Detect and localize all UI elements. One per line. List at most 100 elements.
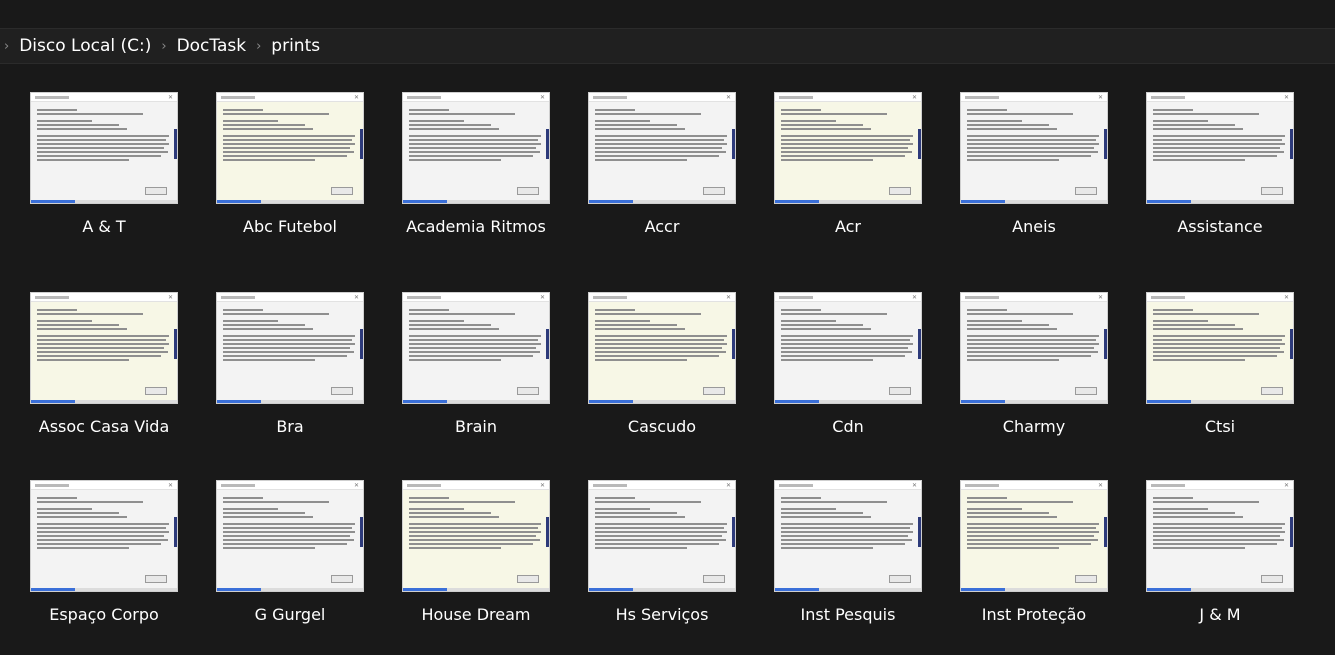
file-item[interactable]: ✕ Inst Proteção [956, 480, 1112, 640]
thumbnail-text-lines [595, 309, 727, 363]
file-item[interactable]: ✕ Inst Pesquis [770, 480, 926, 640]
thumbnail-titlebar [217, 481, 363, 490]
thumbnail-ok-button [517, 575, 539, 583]
image-thumbnail[interactable]: ✕ [960, 92, 1108, 204]
image-thumbnail[interactable]: ✕ [216, 292, 364, 404]
file-view[interactable]: ✕ A & T ✕ Abc Futebol ✕ Academia Ritmos … [0, 64, 1335, 655]
file-item[interactable]: ✕ Ctsi [1142, 292, 1298, 480]
thumbnail-edge [1290, 329, 1293, 359]
thumbnail-accent [589, 400, 633, 403]
close-icon: ✕ [353, 482, 359, 489]
thumbnail-titlebar [1147, 481, 1293, 490]
thumbnail-text-lines [967, 109, 1099, 163]
file-name-label: Cdn [832, 417, 864, 436]
thumbnail-accent [217, 400, 261, 403]
file-item[interactable]: ✕ Academia Ritmos [398, 92, 554, 292]
thumbnail-titlebar [217, 93, 363, 102]
thumbnail-ok-button [703, 387, 725, 395]
breadcrumb-disco-local[interactable]: Disco Local (C:) [19, 28, 151, 64]
file-grid: ✕ A & T ✕ Abc Futebol ✕ Academia Ritmos … [26, 92, 1298, 640]
thumbnail-text-lines [781, 109, 913, 163]
image-thumbnail[interactable]: ✕ [774, 480, 922, 592]
thumbnail-ok-button [517, 387, 539, 395]
chevron-right-icon[interactable]: › [4, 39, 19, 54]
chevron-right-icon[interactable]: › [151, 39, 176, 54]
file-item[interactable]: ✕ House Dream [398, 480, 554, 640]
thumbnail-titlebar [217, 293, 363, 302]
thumbnail-edge [1104, 129, 1107, 159]
thumbnail-ok-button [331, 187, 353, 195]
file-item[interactable]: ✕ Espaço Corpo [26, 480, 182, 640]
image-thumbnail[interactable]: ✕ [402, 480, 550, 592]
close-icon: ✕ [353, 294, 359, 301]
image-thumbnail[interactable]: ✕ [588, 92, 736, 204]
thumbnail-ok-button [517, 187, 539, 195]
file-name-label: Cascudo [627, 417, 697, 436]
thumbnail-ok-button [145, 187, 167, 195]
file-name-label: Acr [834, 217, 862, 236]
image-thumbnail[interactable]: ✕ [30, 92, 178, 204]
image-thumbnail[interactable]: ✕ [1146, 292, 1294, 404]
chevron-right-icon[interactable]: › [246, 39, 271, 54]
thumbnail-edge [1290, 517, 1293, 547]
thumbnail-text-lines [37, 109, 169, 163]
image-thumbnail[interactable]: ✕ [1146, 480, 1294, 592]
thumbnail-accent [403, 200, 447, 203]
image-thumbnail[interactable]: ✕ [216, 92, 364, 204]
thumbnail-titlebar [775, 93, 921, 102]
file-item[interactable]: ✕ Cdn [770, 292, 926, 480]
file-name-label: Ctsi [1204, 417, 1236, 436]
thumbnail-ok-button [703, 575, 725, 583]
image-thumbnail[interactable]: ✕ [960, 480, 1108, 592]
file-name-label: Bra [276, 417, 304, 436]
thumbnail-edge [1104, 517, 1107, 547]
file-item[interactable]: ✕ Charmy [956, 292, 1112, 480]
thumbnail-ok-button [889, 575, 911, 583]
thumbnail-edge [918, 329, 921, 359]
thumbnail-titlebar [31, 481, 177, 490]
file-item[interactable]: ✕ Assistance [1142, 92, 1298, 292]
file-item[interactable]: ✕ J & M [1142, 480, 1298, 640]
thumbnail-ok-button [331, 387, 353, 395]
image-thumbnail[interactable]: ✕ [774, 92, 922, 204]
image-thumbnail[interactable]: ✕ [960, 292, 1108, 404]
file-item[interactable]: ✕ G Gurgel [212, 480, 368, 640]
title-bar-area [0, 0, 1335, 28]
file-item[interactable]: ✕ Brain [398, 292, 554, 480]
thumbnail-edge [732, 129, 735, 159]
close-icon: ✕ [725, 294, 731, 301]
file-item[interactable]: ✕ Bra [212, 292, 368, 480]
file-name-label: Assoc Casa Vida [38, 417, 170, 436]
thumbnail-accent [961, 200, 1005, 203]
file-item[interactable]: ✕ Hs Serviços [584, 480, 740, 640]
address-bar[interactable]: › Disco Local (C:) › DocTask › prints [0, 28, 1335, 64]
file-item[interactable]: ✕ A & T [26, 92, 182, 292]
file-item[interactable]: ✕ Accr [584, 92, 740, 292]
thumbnail-accent [31, 200, 75, 203]
image-thumbnail[interactable]: ✕ [588, 292, 736, 404]
breadcrumb-prints[interactable]: prints [271, 28, 320, 64]
thumbnail-ok-button [1261, 575, 1283, 583]
image-thumbnail[interactable]: ✕ [774, 292, 922, 404]
close-icon: ✕ [1097, 482, 1103, 489]
image-thumbnail[interactable]: ✕ [402, 292, 550, 404]
file-item[interactable]: ✕ Abc Futebol [212, 92, 368, 292]
file-item[interactable]: ✕ Aneis [956, 92, 1112, 292]
thumbnail-text-lines [1153, 309, 1285, 363]
file-item[interactable]: ✕ Assoc Casa Vida [26, 292, 182, 480]
file-name-label: Espaço Corpo [49, 605, 159, 624]
image-thumbnail[interactable]: ✕ [30, 480, 178, 592]
file-item[interactable]: ✕ Acr [770, 92, 926, 292]
image-thumbnail[interactable]: ✕ [30, 292, 178, 404]
image-thumbnail[interactable]: ✕ [1146, 92, 1294, 204]
breadcrumb-doctask[interactable]: DocTask [177, 28, 247, 64]
image-thumbnail[interactable]: ✕ [588, 480, 736, 592]
file-item[interactable]: ✕ Cascudo [584, 292, 740, 480]
thumbnail-text-lines [409, 109, 541, 163]
thumbnail-titlebar [961, 481, 1107, 490]
thumbnail-accent [961, 588, 1005, 591]
image-thumbnail[interactable]: ✕ [402, 92, 550, 204]
file-name-label: Charmy [1002, 417, 1066, 436]
thumbnail-titlebar [403, 293, 549, 302]
image-thumbnail[interactable]: ✕ [216, 480, 364, 592]
